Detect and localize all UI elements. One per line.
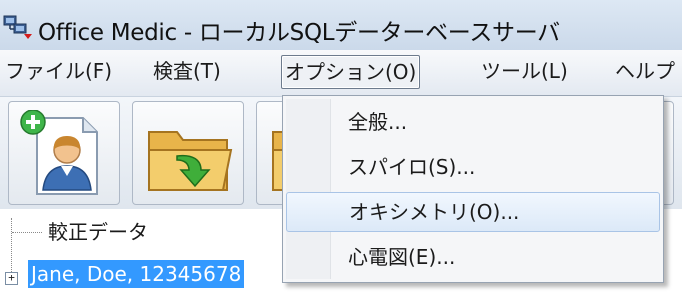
menu-item-ecg[interactable]: 心電図(E)... (286, 237, 660, 277)
window-title: Office Medic - ローカルSQLデーターベースサーバ (38, 20, 560, 46)
expand-icon[interactable]: + (5, 272, 18, 285)
menu-bar: ファイル(F) 検査(T) オプション(O) ツール(L) ヘルプ (0, 50, 682, 97)
tree-item-patient[interactable]: Jane, Doe, 12345678 (28, 260, 245, 288)
open-folder-icon (148, 131, 233, 191)
menu-item-general[interactable]: 全般... (286, 102, 660, 142)
tree-connector (12, 232, 42, 233)
tree-item-calibration[interactable]: 較正データ (48, 218, 148, 246)
open-folder-button[interactable] (132, 101, 244, 205)
menu-file[interactable]: ファイル(F) (2, 55, 115, 87)
add-patient-icon (20, 110, 98, 195)
app-network-icon (2, 12, 34, 44)
menu-item-oximetry[interactable]: オキシメトリ(O)... (286, 192, 660, 232)
menu-options[interactable]: オプション(O) (281, 55, 421, 89)
menu-tools[interactable]: ツール(L) (478, 55, 571, 87)
add-patient-button[interactable] (8, 101, 120, 205)
menu-help[interactable]: ヘルプ (612, 55, 678, 87)
menu-item-spiro[interactable]: スパイロ(S)... (286, 147, 660, 187)
options-dropdown: 全般... スパイロ(S)... オキシメトリ(O)... 心電図(E)... (282, 95, 664, 283)
title-bar[interactable]: Office Medic - ローカルSQLデーターベースサーバ (0, 0, 682, 50)
menu-test[interactable]: 検査(T) (150, 55, 224, 87)
